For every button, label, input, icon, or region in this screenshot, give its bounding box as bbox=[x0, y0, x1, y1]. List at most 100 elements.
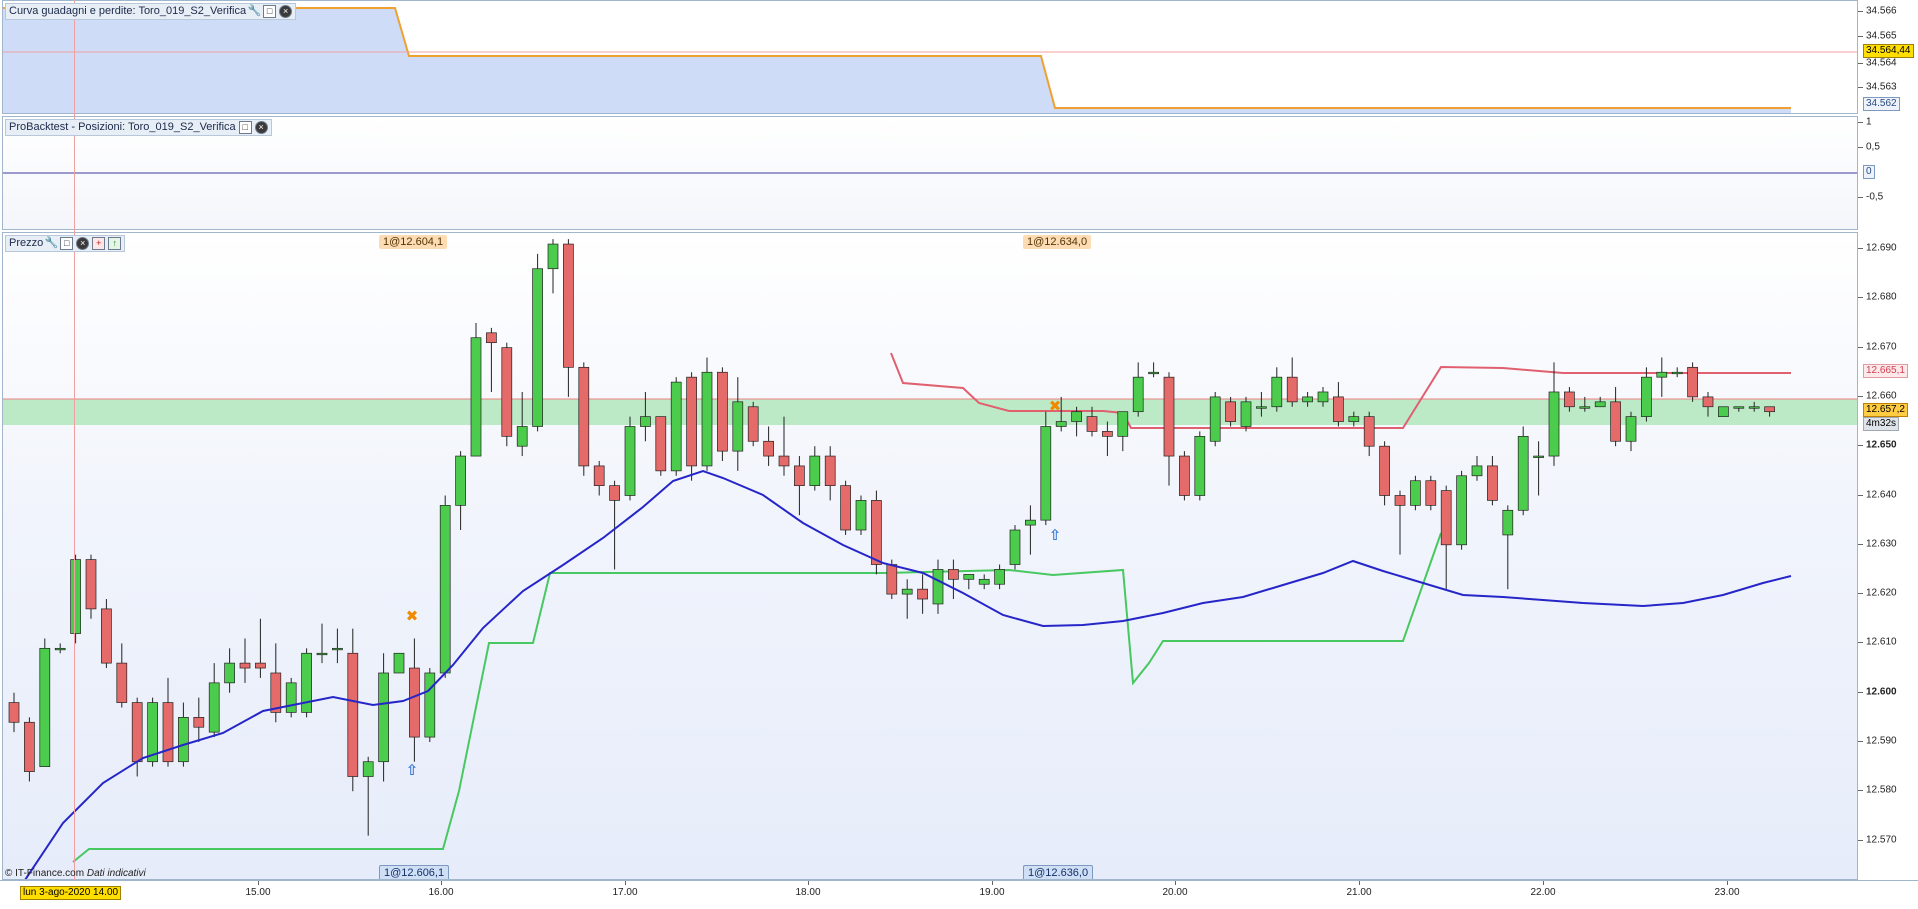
candle-down bbox=[1286, 376, 1298, 403]
close-icon[interactable]: × bbox=[254, 121, 268, 134]
candle-down bbox=[747, 406, 759, 442]
equity-panel-title-text: Curva guadagni e perdite: Toro_019_S2_Ve… bbox=[9, 5, 247, 17]
order-label[interactable]: 1@12.636,0 bbox=[1023, 865, 1094, 879]
candle-up bbox=[1055, 421, 1067, 427]
price-tick: 12.690 bbox=[1866, 242, 1897, 254]
equity-curve-panel: Curva guadagni e perdite: Toro_019_S2_Ve… bbox=[2, 0, 1858, 114]
candle-up bbox=[1317, 391, 1329, 403]
candle-up bbox=[1548, 391, 1560, 457]
candle-up bbox=[1302, 396, 1313, 403]
order-label[interactable]: 1@12.634,0 bbox=[1023, 235, 1092, 249]
candle-up bbox=[1502, 509, 1514, 536]
positions-tick: -0,5 bbox=[1866, 191, 1884, 203]
candle-up bbox=[640, 416, 651, 427]
candle-up bbox=[1194, 435, 1206, 496]
candle-up bbox=[470, 337, 482, 457]
candle-down bbox=[1610, 401, 1621, 442]
candle-down bbox=[1333, 396, 1344, 422]
candle-up bbox=[1579, 406, 1591, 409]
candle-down bbox=[794, 465, 805, 486]
wrench-icon[interactable]: 🔧 bbox=[45, 238, 59, 249]
copyright: © IT-Finance.com Dati indicativi bbox=[5, 868, 146, 879]
candle-up bbox=[1256, 406, 1267, 409]
price-panel: Prezzo 🔧 □ × + ↑ ✖ ✖ ⇧ ⇧ 1@12.604,1 1@12.63… bbox=[2, 232, 1858, 880]
candle-up bbox=[362, 761, 374, 777]
time-axis: lun 3-ago-2020 14.00 15.00 16.00 17.00 18.0… bbox=[0, 880, 1918, 909]
price-panel-title[interactable]: Prezzo 🔧 □ × + ↑ bbox=[5, 235, 126, 252]
candle-down bbox=[501, 347, 513, 437]
time-tick: 20.00 bbox=[1162, 887, 1188, 898]
price-tick: 12.620 bbox=[1866, 587, 1897, 599]
equity-panel-title[interactable]: Curva guadagni e perdite: Toro_019_S2_Ve… bbox=[5, 3, 297, 20]
equity-low-tag: 34.562 bbox=[1863, 97, 1900, 111]
candle-down bbox=[763, 440, 774, 457]
candle-down bbox=[1702, 396, 1714, 408]
buy-arrow-icon: ⇧ bbox=[406, 761, 419, 779]
price-tick: 12.680 bbox=[1866, 291, 1897, 303]
maximize-icon[interactable]: □ bbox=[263, 5, 277, 18]
maximize-icon[interactable]: □ bbox=[60, 237, 74, 250]
price-tick: 12.590 bbox=[1866, 735, 1897, 747]
price-tick: 12.610 bbox=[1866, 636, 1897, 648]
candle-down bbox=[8, 702, 20, 723]
wrench-icon[interactable]: 🔧 bbox=[248, 6, 262, 17]
positions-panel-title-text: ProBacktest - Posizioni: Toro_019_S2_Ver… bbox=[9, 121, 236, 133]
positions-panel-title[interactable]: ProBacktest - Posizioni: Toro_019_S2_Ver… bbox=[5, 119, 272, 136]
buy-arrow-icon: ⇧ bbox=[1049, 526, 1062, 544]
close-icon[interactable]: × bbox=[76, 237, 90, 250]
equity-current-tag: 34.564,44 bbox=[1863, 44, 1914, 58]
sell-marker-icon: ✖ bbox=[406, 607, 419, 625]
candle-down bbox=[655, 416, 667, 472]
time-tick: 19.00 bbox=[979, 887, 1005, 898]
candle-down bbox=[578, 366, 590, 467]
equity-tick: 34.563 bbox=[1866, 81, 1897, 93]
candle-up bbox=[516, 426, 528, 447]
candle-up bbox=[978, 578, 990, 585]
time-tick: 21.00 bbox=[1346, 887, 1372, 898]
candle-up bbox=[1471, 465, 1483, 477]
candle-up bbox=[316, 652, 328, 656]
price-chart: ✖ ✖ ⇧ ⇧ bbox=[3, 239, 1857, 879]
candle-up bbox=[285, 682, 297, 713]
order-label[interactable]: 1@12.606,1 bbox=[379, 865, 450, 879]
candle-up bbox=[224, 662, 235, 684]
candle-down bbox=[409, 667, 420, 738]
candle-down bbox=[101, 608, 112, 664]
maximize-icon[interactable]: □ bbox=[238, 121, 252, 134]
candle-down bbox=[239, 662, 251, 669]
candle-up bbox=[1132, 376, 1144, 413]
add-indicator-icon[interactable]: + bbox=[92, 237, 106, 250]
time-tick: 22.00 bbox=[1530, 887, 1556, 898]
time-tick: 15.00 bbox=[245, 887, 271, 898]
candle-down bbox=[1179, 455, 1190, 496]
close-icon[interactable]: × bbox=[279, 5, 293, 18]
candle-up bbox=[1517, 435, 1529, 511]
price-tick: 12.600 bbox=[1866, 686, 1897, 698]
current-price-tag: 12.657,2 bbox=[1863, 402, 1908, 417]
price-axis: 12.690 12.680 12.670 12.660 12.650 12.640 12.6… bbox=[1858, 232, 1918, 880]
order-label[interactable]: 1@12.604,1 bbox=[379, 235, 448, 249]
candle-down bbox=[162, 702, 174, 763]
candle-up bbox=[1733, 406, 1745, 409]
move-up-icon[interactable]: ↑ bbox=[108, 237, 122, 250]
candle-down bbox=[778, 455, 790, 467]
candle-up bbox=[670, 381, 682, 472]
equity-area-fill bbox=[3, 8, 1791, 113]
candle-down bbox=[193, 717, 205, 728]
candle-up bbox=[39, 647, 51, 767]
candle-up bbox=[855, 500, 867, 531]
positions-axis: 1 0,5 -0,5 0 bbox=[1858, 116, 1918, 230]
candle-down bbox=[131, 702, 143, 763]
time-tick: 16.00 bbox=[428, 887, 454, 898]
candle-up bbox=[1240, 401, 1252, 427]
candle-up bbox=[809, 455, 821, 486]
equity-axis: 34.566 34.565 34.564 34.563 34.564,44 34… bbox=[1858, 0, 1918, 114]
candle-down bbox=[270, 672, 282, 713]
positions-panel: ProBacktest - Posizioni: Toro_019_S2_Ver… bbox=[2, 116, 1858, 230]
candle-up bbox=[963, 574, 975, 580]
candle-down bbox=[24, 721, 35, 772]
candle-up bbox=[1456, 475, 1467, 546]
candle-down bbox=[609, 485, 620, 501]
time-tick: 23.00 bbox=[1714, 887, 1740, 898]
candle-down bbox=[717, 371, 728, 452]
